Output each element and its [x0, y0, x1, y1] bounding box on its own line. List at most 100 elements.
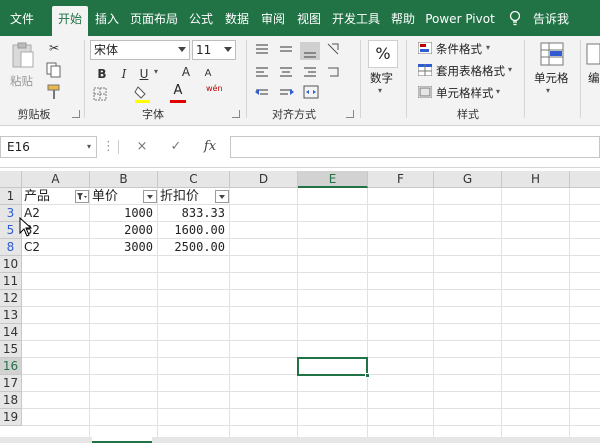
tab-developer[interactable]: 开发工具: [328, 8, 384, 30]
column-header-c[interactable]: C: [158, 171, 230, 188]
font-color-button[interactable]: A: [170, 84, 186, 104]
tab-power-pivot[interactable]: Power Pivot: [422, 8, 498, 30]
alignment-group-label: 对齐方式: [272, 108, 316, 121]
column-header-b[interactable]: B: [90, 171, 158, 188]
active-cell-e16[interactable]: [297, 357, 368, 376]
data-cell-discount[interactable]: 1600.00: [158, 222, 230, 239]
font-launcher-icon[interactable]: [232, 110, 240, 118]
insert-function-icon[interactable]: fx: [200, 136, 220, 158]
font-size-select[interactable]: 11: [192, 40, 236, 60]
row-header[interactable]: 13: [0, 307, 22, 324]
name-box-dropdown-icon[interactable]: ▾: [87, 137, 91, 157]
font-name-select[interactable]: 宋体: [90, 40, 190, 60]
row-header[interactable]: 10: [0, 256, 22, 273]
fill-handle[interactable]: [365, 373, 370, 378]
format-as-table-button[interactable]: 套用表格格式: [436, 63, 505, 79]
row-header[interactable]: 15: [0, 341, 22, 358]
row-header[interactable]: 19: [0, 409, 22, 426]
tab-help[interactable]: 帮助: [386, 8, 420, 30]
tab-review[interactable]: 审阅: [256, 8, 290, 30]
divider: [360, 40, 361, 118]
data-cell-product[interactable]: C2: [22, 239, 90, 256]
tab-file[interactable]: 文件: [4, 8, 40, 30]
data-cell-price[interactable]: 3000: [90, 239, 158, 256]
editing-button[interactable]: 编: [588, 70, 600, 86]
border-icon[interactable]: [92, 86, 108, 102]
divider: [84, 40, 85, 118]
data-cell-discount[interactable]: 833.33: [158, 205, 230, 222]
conditional-format-icon[interactable]: [418, 42, 432, 54]
tab-view[interactable]: 视图: [292, 8, 326, 30]
data-cell-price[interactable]: 1000: [90, 205, 158, 222]
underline-button[interactable]: U: [134, 64, 154, 84]
paste-label[interactable]: 粘贴: [10, 73, 33, 89]
percent-icon[interactable]: %: [368, 40, 398, 68]
underline-dropdown-icon[interactable]: ▾: [154, 67, 158, 76]
grow-font-button[interactable]: A: [176, 62, 196, 82]
column-header-e[interactable]: E: [298, 171, 368, 188]
lightbulb-icon[interactable]: [508, 10, 522, 26]
conditional-format-button[interactable]: 条件格式: [436, 41, 482, 57]
copy-icon[interactable]: [46, 62, 62, 78]
name-box-value: E16: [7, 140, 30, 154]
column-header-d[interactable]: D: [230, 171, 298, 188]
tab-home[interactable]: 开始: [52, 6, 88, 36]
phonetic-guide-button[interactable]: wén: [206, 84, 223, 93]
tab-formulas[interactable]: 公式: [184, 8, 218, 30]
editing-icon[interactable]: [586, 42, 600, 66]
column-header-partial[interactable]: [570, 171, 600, 188]
tell-me[interactable]: 告诉我: [528, 8, 574, 30]
data-cell-discount[interactable]: 2500.00: [158, 239, 230, 256]
filter-dropdown-icon[interactable]: [215, 190, 229, 203]
tab-insert[interactable]: 插入: [90, 8, 124, 30]
cell-styles-button[interactable]: 单元格样式: [436, 85, 494, 101]
cells-icon[interactable]: [540, 42, 564, 66]
conditional-format-dropdown-icon[interactable]: ▾: [486, 43, 490, 52]
row-header[interactable]: 8: [0, 239, 22, 256]
cells-button[interactable]: 单元格: [534, 70, 569, 86]
cancel-icon[interactable]: ×: [132, 136, 152, 158]
divider: [524, 40, 525, 118]
alignment-launcher-icon[interactable]: [346, 110, 354, 118]
formula-input[interactable]: [230, 136, 600, 158]
column-header-a[interactable]: A: [22, 171, 90, 188]
column-header-f[interactable]: F: [368, 171, 434, 188]
tab-page-layout[interactable]: 页面布局: [126, 8, 182, 30]
column-header-h[interactable]: H: [502, 171, 570, 188]
enter-icon[interactable]: ✓: [166, 136, 186, 158]
bold-button[interactable]: B: [92, 64, 112, 84]
cut-icon[interactable]: ✂: [44, 38, 64, 58]
alignment-icons[interactable]: [252, 40, 342, 106]
sheet-tab-sheet1[interactable]: [92, 437, 152, 443]
select-all-button[interactable]: [0, 171, 22, 188]
row-header[interactable]: 18: [0, 392, 22, 409]
format-as-table-icon[interactable]: [418, 64, 432, 76]
row-header[interactable]: 17: [0, 375, 22, 392]
cell-styles-icon[interactable]: [418, 86, 432, 98]
column-header-g[interactable]: G: [434, 171, 502, 188]
formula-bar-grip-icon[interactable]: ⋮: [102, 136, 115, 158]
row-header[interactable]: 12: [0, 290, 22, 307]
sheet-tab-bar: [0, 437, 600, 443]
number-dropdown-icon[interactable]: ▾: [378, 86, 382, 95]
fill-color-icon[interactable]: [134, 84, 152, 104]
clipboard-launcher-icon[interactable]: [72, 110, 80, 118]
row-header[interactable]: 16: [0, 358, 22, 375]
name-box[interactable]: E16 ▾: [0, 136, 97, 158]
row-header[interactable]: 14: [0, 324, 22, 341]
cell-styles-dropdown-icon[interactable]: ▾: [496, 87, 500, 96]
worksheet-grid[interactable]: A B C D E F G H 1 3 5 8 10 11 12 13 14 1…: [0, 171, 600, 437]
filter-active-icon[interactable]: [75, 190, 89, 203]
tab-data[interactable]: 数据: [220, 8, 254, 30]
row-header[interactable]: 1: [0, 188, 22, 205]
format-painter-icon[interactable]: [46, 84, 62, 100]
number-format-button[interactable]: 数字: [370, 70, 393, 86]
paste-icon[interactable]: [10, 42, 36, 72]
row-header[interactable]: 11: [0, 273, 22, 290]
italic-button[interactable]: I: [114, 64, 134, 84]
filter-dropdown-icon[interactable]: [143, 190, 157, 203]
cells-dropdown-icon[interactable]: ▾: [546, 86, 550, 95]
data-cell-price[interactable]: 2000: [90, 222, 158, 239]
shrink-font-button[interactable]: A: [198, 64, 218, 84]
format-as-table-dropdown-icon[interactable]: ▾: [508, 65, 512, 74]
